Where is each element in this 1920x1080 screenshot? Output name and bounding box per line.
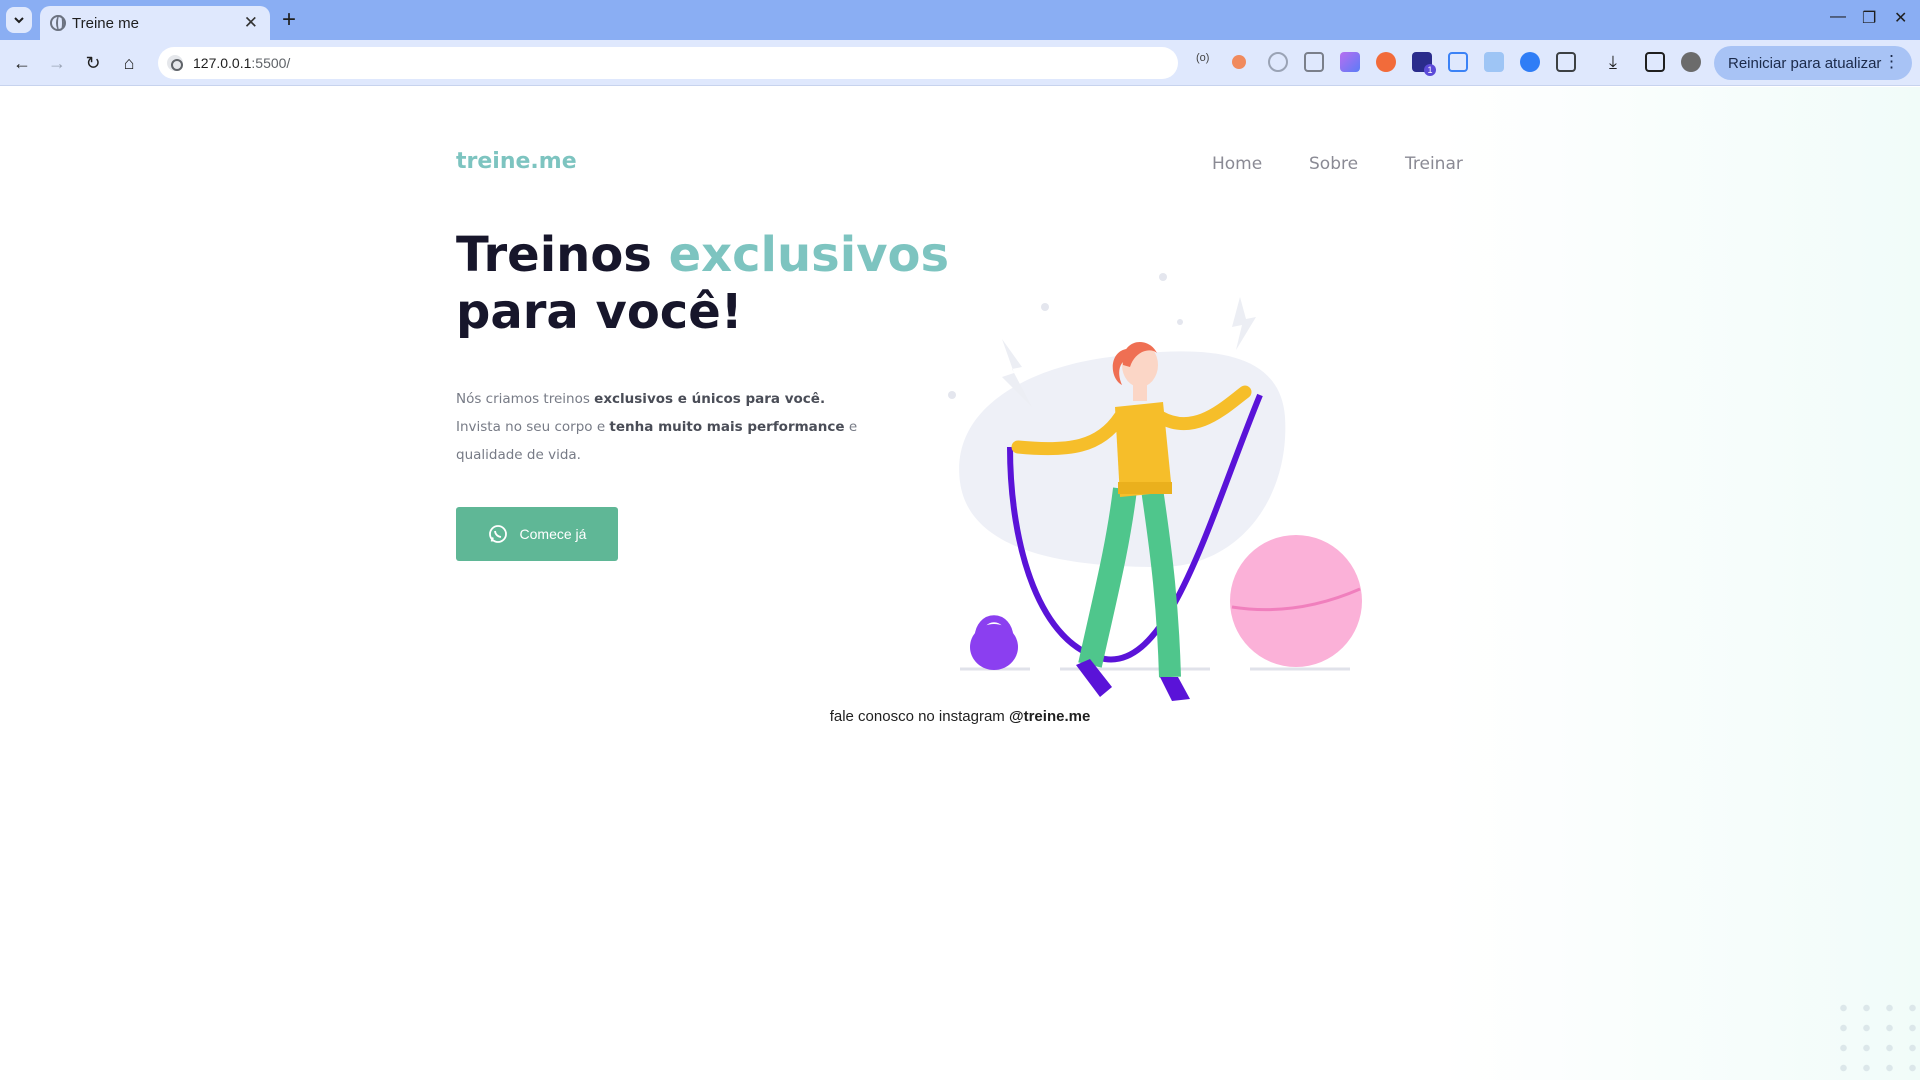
url-host: 127.0.0.1	[193, 55, 252, 71]
close-window-icon[interactable]: ✕	[1894, 8, 1907, 28]
home-button[interactable]: ⌂	[116, 50, 142, 76]
extension-purple-icon[interactable]	[1340, 52, 1360, 72]
extension-book-icon[interactable]	[1484, 52, 1504, 72]
footer-text: fale conosco no instagram	[829, 708, 1009, 725]
hero-title-part1: Treinos	[456, 227, 669, 283]
hero-title-accent: exclusivos	[668, 227, 950, 283]
shoe	[1076, 659, 1112, 697]
tab-title: Treine me	[72, 15, 139, 32]
shoe	[1160, 677, 1190, 701]
download-icon[interactable]: ⤓	[1609, 52, 1629, 72]
start-now-label: Comece já	[519, 526, 587, 542]
globe-icon	[50, 15, 66, 31]
hero-text-2-end: e	[844, 419, 858, 435]
url-text: 127.0.0.1:5500/	[193, 55, 290, 71]
start-now-button[interactable]: Comece já	[456, 507, 618, 561]
minimize-icon[interactable]: —	[1830, 8, 1846, 26]
extension-badge-icon[interactable]: 1	[1412, 52, 1436, 76]
kettlebell	[970, 624, 1018, 670]
footer-contact: fale conosco no instagram @treine.me	[0, 708, 1920, 725]
chevron-down-icon	[14, 17, 24, 24]
waistband	[1118, 482, 1172, 494]
extension-tag-icon[interactable]	[1520, 52, 1540, 72]
extension-screen-icon[interactable]	[1448, 52, 1468, 72]
close-tab-icon[interactable]: ✕	[244, 13, 258, 33]
decor-dot	[948, 391, 956, 399]
hero-text-2-bold: tenha muito mais performance	[609, 419, 845, 435]
tab-search-button[interactable]	[6, 7, 32, 33]
whatsapp-icon	[488, 525, 507, 543]
browser-toolbar: ← → ↻ ⌂ 127.0.0.1:5500/ (o) 1 ⤓ Reinicia…	[0, 40, 1920, 86]
nav-sobre[interactable]: Sobre	[1309, 154, 1358, 174]
camera-icon[interactable]	[1304, 52, 1324, 72]
extension-badge-count: 1	[1424, 64, 1436, 76]
url-path: :5500/	[251, 55, 291, 71]
side-panel-icon[interactable]	[1645, 52, 1665, 72]
hero-description: Nós criamos treinos exclusivos e únicos …	[456, 385, 876, 469]
decor-dot	[1041, 303, 1049, 311]
nav-treinar[interactable]: Treinar	[1405, 154, 1463, 174]
nav-home[interactable]: Home	[1212, 154, 1262, 174]
restore-icon[interactable]: ❐	[1862, 8, 1876, 28]
hero-text-1: Nós criamos treinos	[456, 391, 595, 407]
back-button[interactable]: ←	[9, 50, 35, 76]
tab-bar: Treine me ✕ + — ❐ ✕	[0, 0, 1920, 40]
new-tab-button[interactable]: +	[282, 6, 296, 34]
address-bar[interactable]: 127.0.0.1:5500/	[158, 47, 1178, 79]
restart-label: Reiniciar para atualizar	[1728, 54, 1882, 72]
decor-dot	[1159, 273, 1167, 281]
hero-text-1-bold: exclusivos e únicos para você.	[594, 391, 826, 407]
extension-orange-icon[interactable]	[1232, 55, 1246, 69]
more-menu-icon[interactable]: ⋮	[1883, 52, 1900, 72]
forward-button[interactable]: →	[44, 50, 70, 76]
extension-fox-icon[interactable]	[1376, 52, 1396, 72]
instagram-handle[interactable]: @treine.me	[1009, 708, 1090, 725]
decorative-dot-grid	[1832, 998, 1920, 1080]
extension-dev-icon[interactable]: (o)	[1196, 52, 1216, 72]
site-logo[interactable]: treine.me	[456, 149, 577, 174]
extension-gear-icon[interactable]	[1268, 52, 1288, 72]
hero-text-3: qualidade de vida.	[456, 447, 581, 463]
extensions-puzzle-icon[interactable]	[1556, 52, 1576, 72]
exercise-ball	[1230, 535, 1362, 667]
site-info-icon[interactable]	[167, 55, 183, 71]
restart-to-update-button[interactable]: Reiniciar para atualizar ⋮	[1714, 46, 1912, 80]
browser-tab[interactable]: Treine me ✕	[40, 6, 270, 40]
reload-button[interactable]: ↻	[80, 50, 106, 76]
lightning-icon	[1232, 297, 1256, 350]
profile-avatar[interactable]	[1681, 52, 1701, 72]
hero-title-part2: para você!	[456, 284, 743, 340]
hero-text-2: Invista no seu corpo e	[456, 419, 610, 435]
web-page: treine.me Home Sobre Treinar Treinos exc…	[0, 87, 1920, 1080]
hero-title: Treinos exclusivos para você!	[456, 227, 949, 341]
decor-dot	[1177, 319, 1183, 325]
jump-rope-illustration	[948, 273, 1362, 701]
